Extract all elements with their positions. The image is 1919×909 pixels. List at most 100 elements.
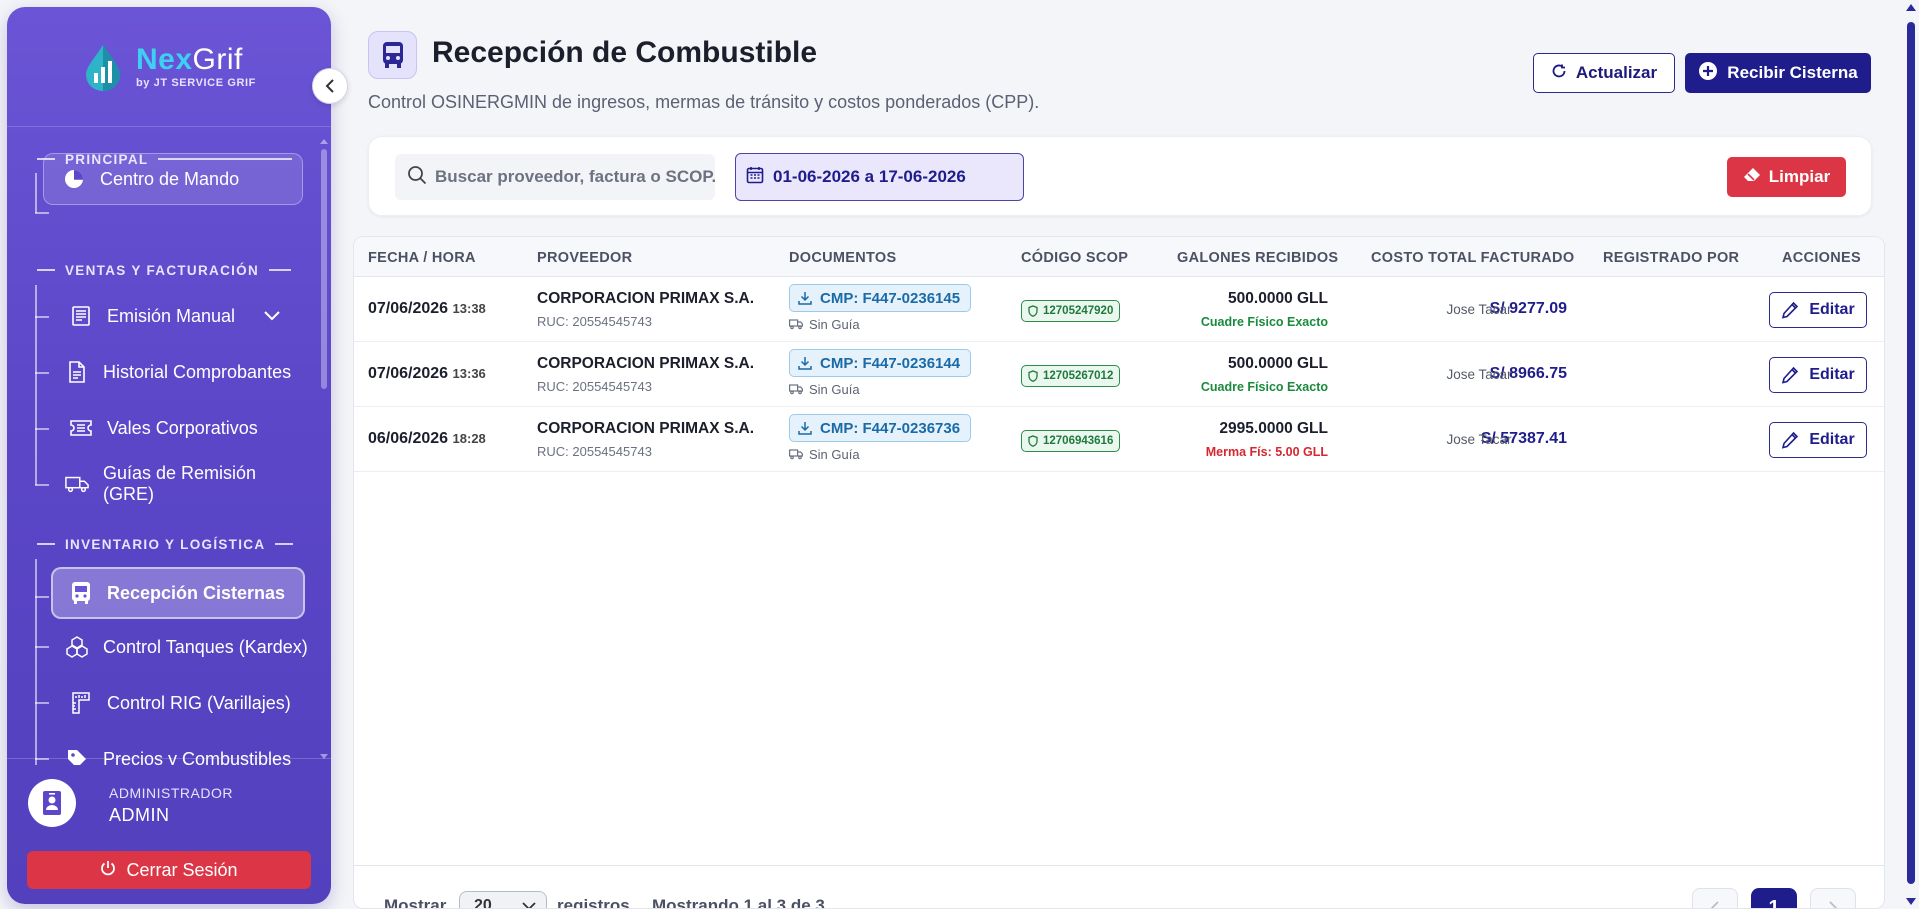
truck-icon: [789, 449, 803, 460]
sidebar-item-emision-manual[interactable]: Emisión Manual: [53, 290, 313, 342]
pagination-prev-button[interactable]: [1692, 888, 1738, 908]
avatar[interactable]: [28, 779, 76, 827]
table-header: FECHA / HORA PROVEEDOR DOCUMENTOS CÓDIGO…: [354, 237, 1884, 277]
page-scrollbar[interactable]: [1903, 0, 1919, 909]
truck-icon: [789, 384, 803, 395]
column-header-proveedor[interactable]: PROVEEDOR: [537, 250, 632, 266]
sidebar-item-control-rig[interactable]: Control RIG (Varillajes): [53, 677, 313, 729]
row-provider: CORPORACION PRIMAX S.A.: [537, 290, 755, 307]
sidebar-item-control-tanques[interactable]: Control Tanques (Kardex): [49, 621, 309, 673]
search-input[interactable]: [435, 167, 715, 187]
chevron-right-icon: [1829, 901, 1838, 908]
sidebar-item-label: Emisión Manual: [107, 305, 236, 326]
refresh-button[interactable]: Actualizar: [1533, 53, 1675, 93]
sidebar-item-label: Centro de Mando: [100, 168, 240, 189]
eraser-icon: [1743, 167, 1761, 188]
sidebar-item-label: Control RIG (Varillajes): [107, 692, 291, 713]
chevron-left-icon: [325, 79, 334, 93]
page-subtitle: Control OSINERGMIN de ingresos, mermas d…: [368, 92, 1040, 112]
document-download-button[interactable]: CMP: F447-0236736: [789, 414, 972, 442]
plus-circle-icon: [1698, 61, 1718, 86]
edit-button[interactable]: Editar: [1769, 292, 1867, 328]
column-header-documentos[interactable]: DOCUMENTOS: [789, 250, 896, 266]
row-registered-by: Jose Tacar: [1446, 302, 1512, 317]
sidebar-item-centro-de-mando[interactable]: Centro de Mando: [43, 153, 303, 205]
search-box[interactable]: [395, 154, 715, 200]
sidebar-item-label: Guías de Remisión (GRE): [103, 463, 257, 504]
row-registered-by: Jose Tacar: [1446, 432, 1512, 447]
pencil-icon: [1782, 431, 1799, 449]
sidebar-item-label: Recepción Cisternas: [107, 582, 286, 603]
column-header-registrado[interactable]: REGISTRADO POR: [1603, 250, 1739, 266]
row-gallons: 2995.0000 GLL: [1219, 420, 1328, 437]
edit-button[interactable]: Editar: [1769, 422, 1867, 458]
pagination-next-button[interactable]: [1810, 888, 1856, 908]
page-title: Recepción de Combustible: [432, 36, 818, 69]
table-row[interactable]: 07/06/2026 13:38 CORPORACION PRIMAX S.A.…: [354, 277, 1884, 342]
reception-table: FECHA / HORA PROVEEDOR DOCUMENTOS CÓDIGO…: [353, 236, 1885, 909]
column-header-fecha[interactable]: FECHA / HORA: [368, 250, 476, 266]
shield-icon: [1028, 305, 1038, 317]
sidebar-item-recepcion-cisternas[interactable]: Recepción Cisternas: [51, 567, 305, 619]
brand[interactable]: NexGrif by JT SERVICE GRIF: [7, 7, 331, 127]
document-download-button[interactable]: CMP: F447-0236144: [789, 349, 972, 377]
chevron-down-icon: [522, 901, 536, 908]
row-time: 18:28: [452, 431, 486, 446]
shield-icon: [1028, 435, 1038, 447]
column-header-galones[interactable]: GALONES RECIBIDOS: [1177, 250, 1338, 266]
table-row[interactable]: 07/06/2026 13:36 CORPORACION PRIMAX S.A.…: [354, 342, 1884, 407]
page-icon: [368, 31, 417, 79]
clear-label: Limpiar: [1768, 167, 1831, 186]
row-gallons-note: Cuadre Físico Exacto: [1200, 315, 1328, 329]
row-date: 07/06/2026 13:38: [368, 300, 486, 317]
document-label: CMP: F447-0236736: [820, 419, 961, 437]
page-size-select[interactable]: 20: [459, 891, 547, 908]
filter-bar: 01-06-2026 a 17-06-2026 Limpiar: [368, 136, 1872, 216]
pagination-page-1[interactable]: 1: [1751, 888, 1797, 908]
document-icon: [65, 360, 89, 384]
row-guide: Sin Guía: [789, 447, 860, 462]
ruler-icon: [69, 691, 93, 715]
edit-button[interactable]: Editar: [1769, 357, 1867, 393]
power-icon: [100, 860, 116, 881]
row-guide: Sin Guía: [789, 317, 860, 332]
row-gallons: 500.0000 GLL: [1228, 355, 1328, 372]
download-icon: [798, 357, 812, 370]
row-time: 13:36: [452, 366, 486, 381]
sidebar-scrollbar[interactable]: [320, 139, 328, 759]
sidebar-item-vales-corporativos[interactable]: Vales Corporativos: [53, 402, 313, 454]
document-download-button[interactable]: CMP: F447-0236145: [789, 284, 972, 312]
row-ruc: RUC: 20554545743: [537, 314, 652, 329]
refresh-label: Actualizar: [1575, 63, 1658, 82]
row-provider: CORPORACION PRIMAX S.A.: [537, 420, 755, 437]
row-gallons-note: Merma Fís: 5.00 GLL: [1205, 445, 1328, 459]
logout-button[interactable]: Cerrar Sesión: [27, 851, 311, 889]
user-role: ADMINISTRADOR: [109, 785, 233, 801]
table-row[interactable]: 06/06/2026 18:28 CORPORACION PRIMAX S.A.…: [354, 407, 1884, 472]
sidebar-nav: PRINCIPAL Centro de Mando VENTAS Y FACTU…: [7, 135, 331, 765]
receive-cistern-button[interactable]: Recibir Cisterna: [1685, 53, 1871, 93]
brand-name: NexGrif: [136, 44, 256, 75]
scop-badge: 12706943616: [1021, 430, 1121, 452]
sidebar-item-historial-comprobantes[interactable]: Historial Comprobantes: [49, 346, 309, 398]
boxes-icon: [65, 635, 89, 659]
bus-icon: [382, 42, 403, 68]
document-label: CMP: F447-0236145: [820, 289, 961, 307]
bus-icon: [69, 581, 93, 605]
row-date: 07/06/2026 13:36: [368, 365, 486, 382]
pie-chart-icon: [62, 167, 86, 191]
brand-subtitle: by JT SERVICE GRIF: [135, 76, 256, 89]
sidebar-collapse-button[interactable]: [312, 68, 348, 104]
column-header-scop[interactable]: CÓDIGO SCOP: [1021, 250, 1128, 266]
pencil-icon: [1782, 366, 1799, 384]
sidebar-item-guias-remision[interactable]: Guías de Remisión (GRE): [49, 458, 309, 510]
column-header-costo[interactable]: COSTO TOTAL FACTURADO: [1371, 250, 1574, 266]
logout-label: Cerrar Sesión: [126, 859, 238, 880]
logo-icon: [82, 43, 124, 91]
clear-filters-button[interactable]: Limpiar: [1727, 157, 1846, 197]
row-guide: Sin Guía: [789, 382, 860, 397]
document-label: CMP: F447-0236144: [820, 354, 961, 372]
show-label: Mostrar: [384, 896, 447, 909]
date-range-picker[interactable]: 01-06-2026 a 17-06-2026: [735, 153, 1024, 201]
sidebar-item-label: Control Tanques (Kardex): [103, 636, 308, 657]
